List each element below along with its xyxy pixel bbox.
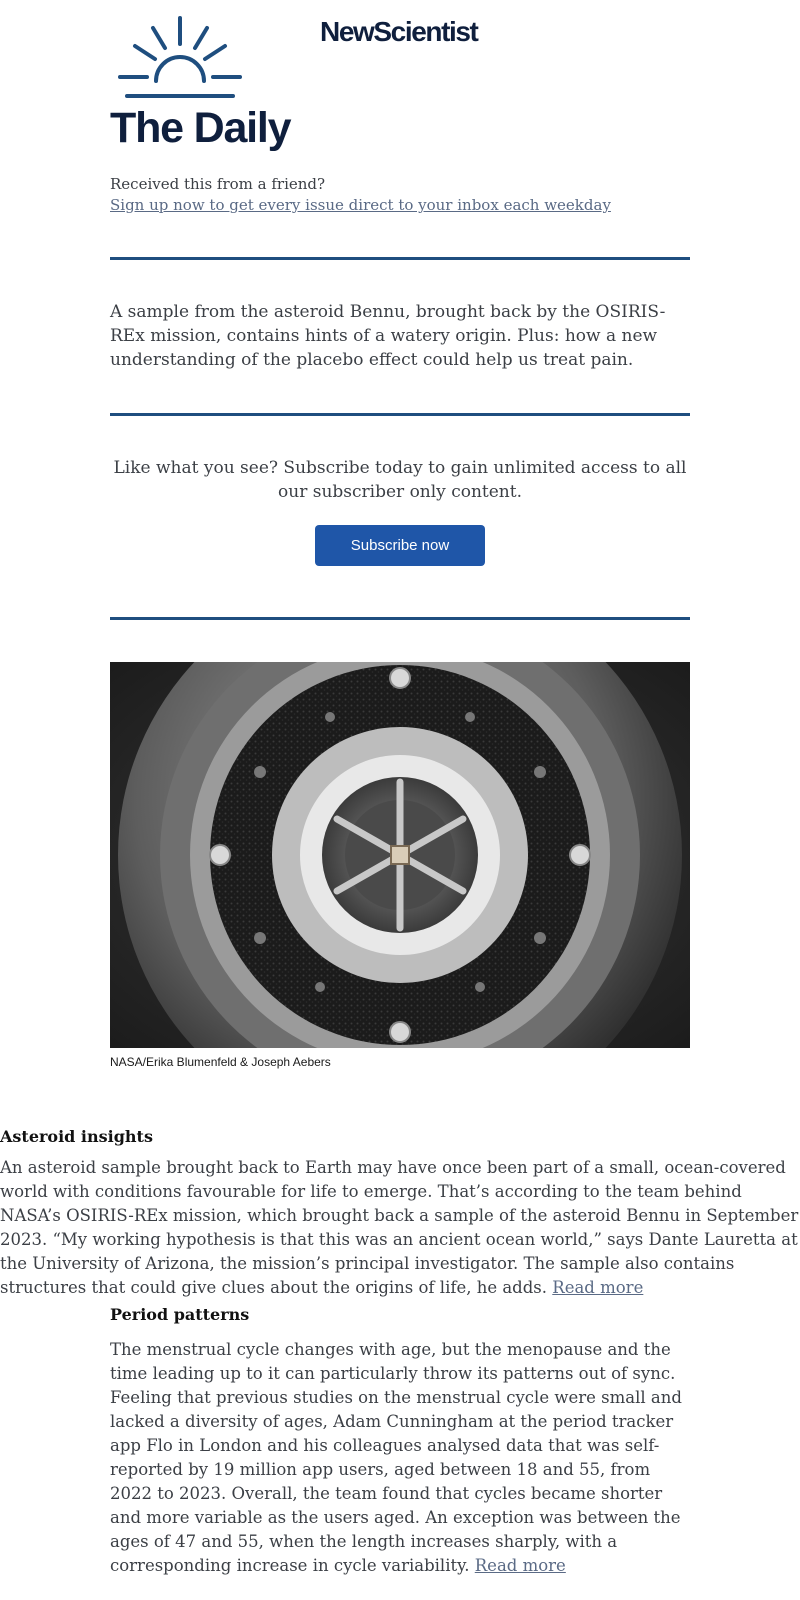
article-body-text: The menstrual cycle changes with age, bu…	[110, 1340, 682, 1575]
read-more-link[interactable]: Read more	[475, 1556, 566, 1575]
bennu-sample-image	[110, 662, 690, 1048]
article-body-text: An asteroid sample brought back to Earth…	[0, 1158, 799, 1297]
section-divider	[110, 257, 690, 260]
newsletter-header: NewScientist The Daily	[110, 0, 690, 160]
referral-question: Received this from a friend?	[110, 175, 326, 193]
read-more-link[interactable]: Read more	[552, 1278, 643, 1297]
sunrise-logo-icon	[118, 16, 242, 98]
newsletter-title: The Daily	[110, 104, 292, 152]
article-heading: Period patterns	[110, 1305, 250, 1324]
article-period-patterns: Period patterns The menstrual cycle chan…	[110, 1304, 690, 1578]
article-heading: Asteroid insights	[0, 1127, 153, 1146]
signup-link[interactable]: Sign up now to get every issue direct to…	[110, 195, 611, 215]
image-caption: NASA/Erika Blumenfeld & Joseph Aebers	[110, 1055, 331, 1069]
intro-summary: A sample from the asteroid Bennu, brough…	[110, 302, 666, 370]
subscribe-promo-text: Like what you see? Subscribe today to ga…	[113, 458, 687, 502]
article-body: An asteroid sample brought back to Earth…	[0, 1156, 800, 1300]
section-divider	[110, 617, 690, 620]
section-divider	[110, 413, 690, 416]
newscientist-logo: NewScientist	[320, 16, 479, 47]
subscribe-now-button[interactable]: Subscribe now	[315, 525, 485, 566]
article-asteroid-insights: Asteroid insights An asteroid sample bro…	[0, 1126, 800, 1300]
article-body: The menstrual cycle changes with age, bu…	[110, 1338, 690, 1578]
